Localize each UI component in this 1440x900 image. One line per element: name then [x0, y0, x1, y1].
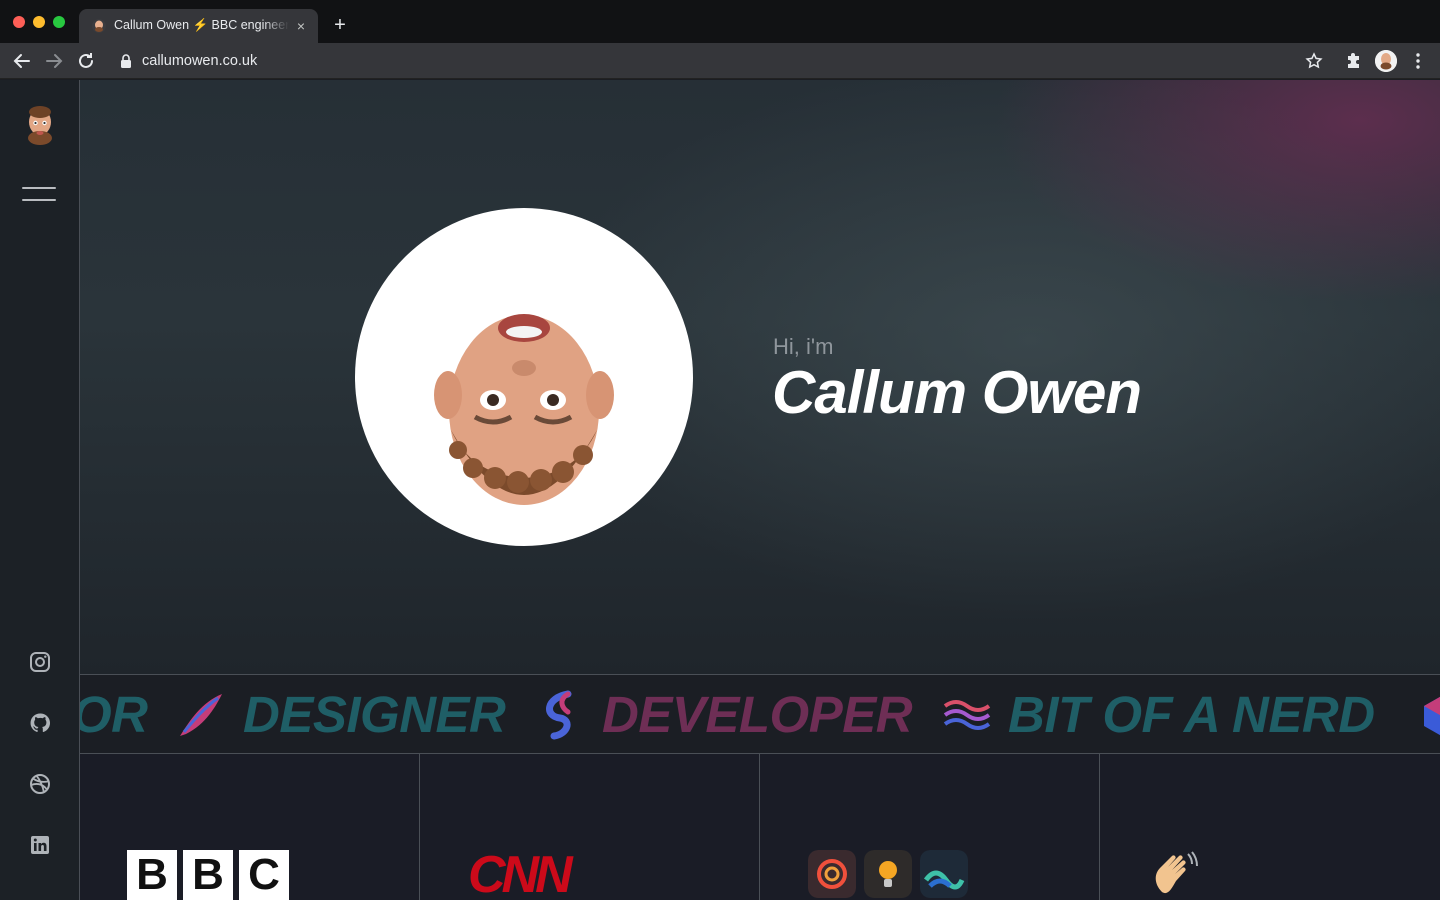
github-link[interactable]: [28, 711, 52, 735]
reload-icon: [79, 53, 93, 68]
extensions-button[interactable]: [1342, 49, 1366, 73]
star-icon: [1305, 52, 1323, 69]
chrome-menu-button[interactable]: [1406, 49, 1430, 73]
browser-titlebar: Callum Owen ⚡ BBC engineer × +: [0, 0, 1440, 43]
forward-button[interactable]: [42, 49, 66, 73]
instagram-link[interactable]: [28, 650, 52, 674]
github-icon: [30, 713, 50, 733]
linkedin-link[interactable]: [28, 833, 52, 857]
client-wave[interactable]: [1100, 754, 1440, 900]
cnn-logo: CNN: [468, 846, 573, 900]
hero-avatar: [355, 208, 693, 546]
upside-down-memoji-icon: [434, 314, 614, 505]
dribbble-link[interactable]: [28, 772, 52, 796]
reload-button[interactable]: [74, 49, 98, 73]
ticker-word: BIT OF A NERD: [1008, 686, 1375, 743]
arrow-right-icon: [46, 54, 63, 68]
cube-icon: [1424, 696, 1440, 736]
bbc-logo: B B C: [127, 850, 289, 900]
address-bar[interactable]: callumowen.co.uk: [110, 47, 1340, 75]
new-tab-button[interactable]: +: [329, 14, 351, 36]
tab-close-icon[interactable]: ×: [292, 17, 310, 35]
url-text: callumowen.co.uk: [142, 53, 258, 69]
profile-avatar[interactable]: [1375, 50, 1397, 72]
back-button[interactable]: [10, 49, 34, 73]
lock-icon: [121, 54, 131, 68]
minimize-window-button[interactable]: [33, 16, 45, 28]
browser-toolbar: callumowen.co.uk: [0, 43, 1440, 79]
memoji-avatar-icon: [1375, 50, 1397, 72]
swirl-icon: [546, 690, 572, 740]
clients-section: B B C CNN: [80, 754, 1440, 900]
waves-icon: [943, 700, 991, 730]
instagram-icon: [30, 652, 50, 672]
ticker-word: OR: [80, 686, 148, 743]
menu-toggle-button[interactable]: [22, 184, 56, 204]
bbc-letter: B: [127, 850, 177, 900]
lightbulb-app-icon: [864, 850, 912, 898]
arrow-left-icon: [13, 54, 30, 68]
hero-section: Hi, i'm Callum Owen: [80, 80, 1440, 674]
hamburger-line: [22, 199, 56, 201]
browser-tab[interactable]: Callum Owen ⚡ BBC engineer ×: [79, 9, 318, 43]
maximize-window-button[interactable]: [53, 16, 65, 28]
client-cnn[interactable]: CNN: [420, 754, 760, 900]
puzzle-icon: [1348, 53, 1359, 68]
feather-icon: [180, 694, 222, 736]
tab-title: Callum Owen ⚡ BBC engineer: [114, 18, 289, 32]
hero-greeting: Hi, i'm: [773, 334, 834, 359]
bbc-letter: C: [239, 850, 289, 900]
skills-ticker: OR DESIGNER DEVELOPER BIT OF A NERD: [80, 674, 1440, 754]
memoji-favicon-icon: [92, 19, 106, 33]
linkedin-icon: [31, 836, 49, 854]
page: Hi, i'm Callum Owen OR DESIGNER DEVELOPE…: [0, 80, 1440, 900]
app-icon-swirl: [808, 850, 856, 898]
wave-app-icon: [920, 850, 968, 898]
hero-name: Callum Owen: [772, 359, 1142, 426]
close-window-button[interactable]: [13, 16, 25, 28]
ticker-word: DESIGNER: [243, 686, 506, 743]
sidebar: [0, 80, 80, 900]
logo-memoji-icon[interactable]: [22, 106, 58, 146]
hamburger-line: [22, 187, 56, 189]
kebab-menu-icon: [1416, 53, 1420, 69]
client-bbc[interactable]: B B C: [80, 754, 420, 900]
bookmark-star-button[interactable]: [1302, 49, 1326, 73]
ticker-word: DEVELOPER: [602, 686, 913, 743]
client-apps[interactable]: [760, 754, 1100, 900]
bbc-letter: B: [183, 850, 233, 900]
waving-hand-icon: [1155, 851, 1198, 894]
dribbble-icon: [30, 774, 50, 794]
